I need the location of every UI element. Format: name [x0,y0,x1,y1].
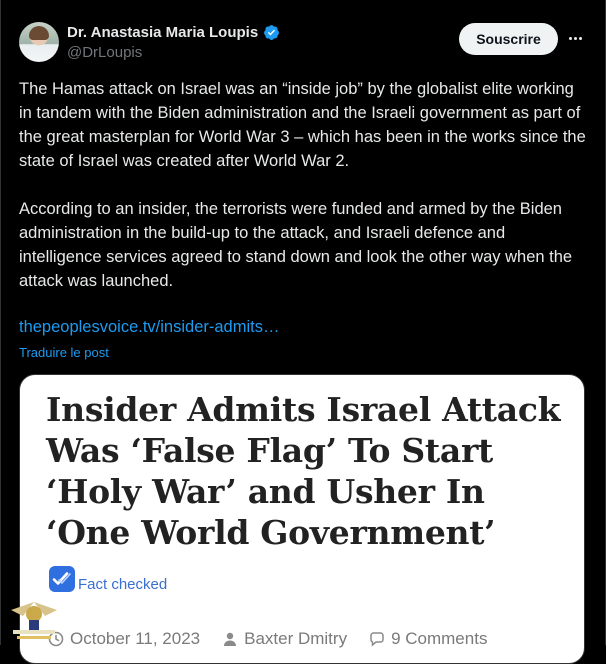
more-horizontal-icon[interactable] [566,29,584,47]
article-date: October 11, 2023 [70,629,201,648]
article-comments: 9 Comments [391,629,488,648]
tweet: Dr. Anastasia Maria Loupis @DrLoupis Sou… [0,0,606,664]
fact-check-icon [49,566,75,592]
watermark-logo-icon [11,602,57,639]
article-author: Baxter Dmitry [244,629,348,648]
author-display-name[interactable]: Dr. Anastasia Maria Loupis [67,24,258,41]
fact-checked-label: Fact checked [78,576,168,593]
avatar[interactable] [19,22,59,62]
fact-checked-badge: Fact checked [48,565,167,593]
author-name-row[interactable]: Dr. Anastasia Maria Loupis [67,24,280,41]
subscribe-button[interactable]: Souscrire [459,23,558,55]
article-headline: Insider Admits Israel Attack Was ‘False … [46,390,561,552]
author-handle[interactable]: @DrLoupis [67,44,142,61]
tweet-text: The Hamas attack on Israel was an “insid… [19,77,589,317]
translate-post-link[interactable]: Traduire le post [19,345,109,360]
link-preview-card[interactable]: Insider Admits Israel Attack Was ‘False … [19,374,585,664]
article-link[interactable]: thepeoplesvoice.tv/insider-admits… [19,318,279,337]
tweet-paragraph: The Hamas attack on Israel was an “insid… [19,80,586,170]
article-meta: October 11, 2023 Baxter Dmitry 9 Comment… [48,629,487,649]
verified-badge-icon [264,25,280,40]
tweet-paragraph: According to an insider, the terrorists … [19,200,573,290]
